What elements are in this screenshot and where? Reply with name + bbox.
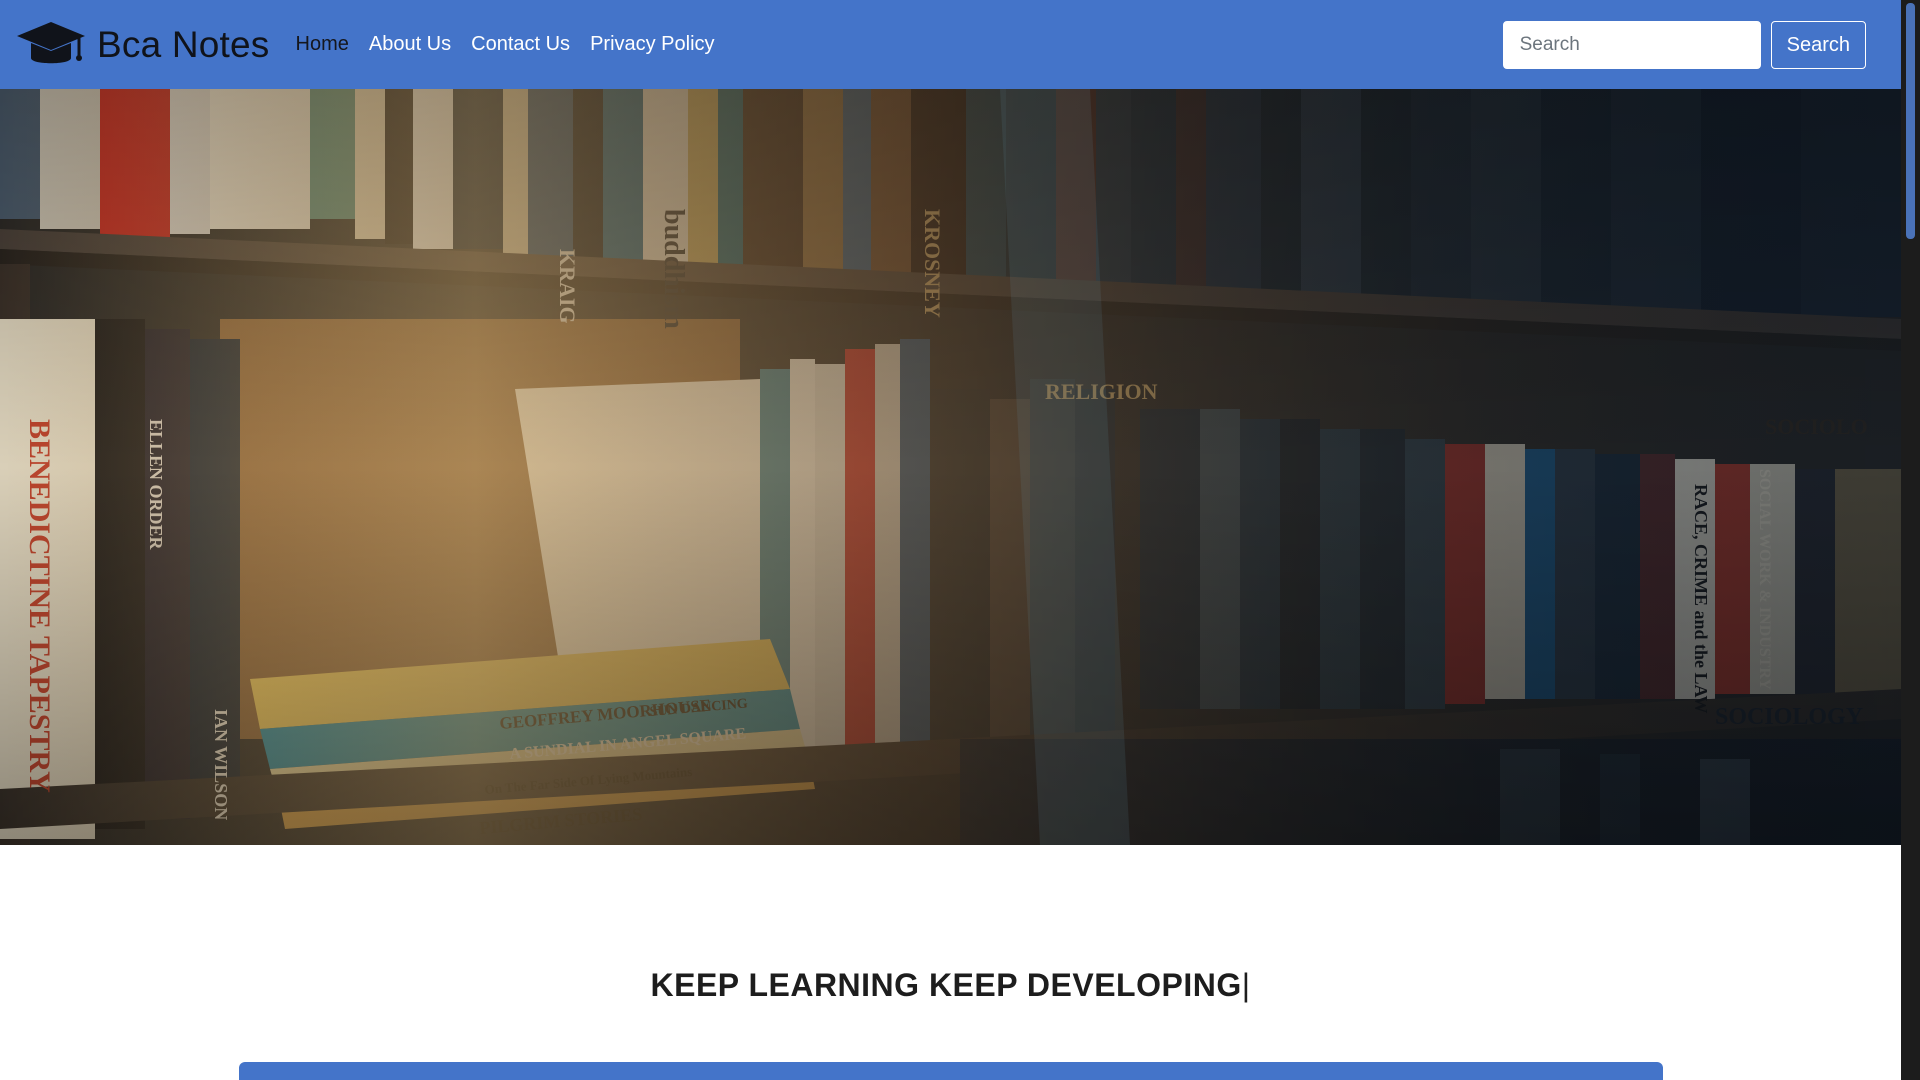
tagline-text: KEEP LEARNING KEEP DEVELOPING [650,966,1242,1003]
search-input[interactable] [1502,21,1761,69]
search-form: Search [1502,21,1866,69]
nav-links: Home About Us Contact Us Privacy Policy [296,33,735,56]
nav-link-contact-us[interactable]: Contact Us [471,33,570,56]
brand-link[interactable]: Bca Notes [15,18,270,72]
content-card-header [239,1062,1663,1080]
page-scrollbar[interactable] [1901,0,1920,1080]
nav-link-about-us[interactable]: About Us [369,33,451,56]
nav-link-privacy-policy[interactable]: Privacy Policy [590,33,714,56]
scrollbar-thumb[interactable] [1906,3,1915,239]
tagline-heading: KEEP LEARNING KEEP DEVELOPING| [0,967,1901,1004]
search-button[interactable]: Search [1770,21,1866,69]
brand-name: Bca Notes [97,23,270,65]
navbar: Bca Notes Home About Us Contact Us Priva… [0,0,1901,89]
nav-link-home[interactable]: Home [296,33,349,56]
typing-cursor: | [1241,966,1251,1003]
hero-image: BENEDICTINE TAPESTRY ELLEN ORDER IAN WIL… [0,89,1901,845]
graduation-cap-icon [15,18,87,72]
